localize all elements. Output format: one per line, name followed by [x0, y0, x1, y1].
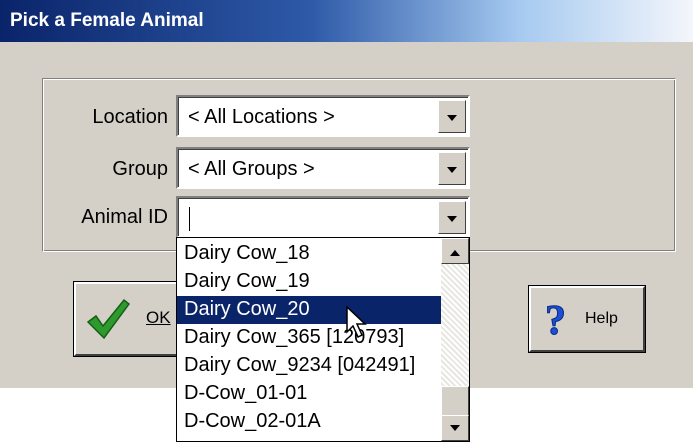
scroll-down-button[interactable] — [441, 415, 469, 441]
group-dropdown-button[interactable] — [438, 152, 466, 185]
dialog-title: Pick a Female Animal — [10, 10, 204, 31]
chevron-down-icon — [447, 167, 457, 173]
list-item[interactable]: D-Cow_02-01A — [177, 408, 441, 436]
scroll-up-button[interactable] — [441, 238, 469, 264]
chevron-down-icon — [447, 216, 457, 222]
scroll-thumb[interactable] — [441, 386, 469, 416]
animal-id-label: Animal ID — [81, 206, 168, 228]
location-dropdown-button[interactable] — [438, 100, 466, 133]
list-item[interactable]: Dairy Cow_19 — [177, 268, 441, 296]
chevron-up-icon — [450, 250, 460, 256]
animal-id-dropdown-list[interactable]: Dairy Cow_18 Dairy Cow_19 Dairy Cow_20 D… — [176, 237, 470, 442]
list-item-selected[interactable]: Dairy Cow_20 — [177, 296, 441, 324]
chevron-down-icon — [447, 115, 457, 121]
chevron-down-icon — [450, 425, 460, 431]
ok-button-label: OK — [146, 308, 171, 327]
location-label: Location — [92, 106, 168, 128]
help-button[interactable]: ? Help — [528, 285, 646, 353]
list-item[interactable]: Dairy Cow_365 [120793] — [177, 324, 441, 352]
text-caret — [189, 207, 190, 231]
location-value: < All Locations > — [188, 106, 335, 128]
animal-id-combobox[interactable] — [176, 196, 470, 238]
title-bar: Pick a Female Animal — [0, 0, 693, 42]
list-item[interactable]: Dairy Cow_18 — [177, 240, 441, 268]
location-combobox[interactable]: < All Locations > — [176, 95, 470, 137]
group-label: Group — [112, 158, 168, 180]
list-item[interactable]: D-Cow_01-01 — [177, 380, 441, 408]
mouse-pointer-icon — [346, 306, 367, 339]
checkmark-icon — [86, 298, 130, 340]
list-scrollbar[interactable] — [441, 238, 469, 441]
group-value: < All Groups > — [188, 158, 315, 180]
svg-text:?: ? — [545, 298, 566, 340]
animal-id-dropdown-button[interactable] — [438, 201, 466, 234]
group-combobox[interactable]: < All Groups > — [176, 147, 470, 189]
question-mark-icon: ? — [545, 298, 567, 340]
help-button-label: Help — [585, 310, 618, 327]
list-item[interactable]: Dairy Cow_9234 [042491] — [177, 352, 441, 380]
